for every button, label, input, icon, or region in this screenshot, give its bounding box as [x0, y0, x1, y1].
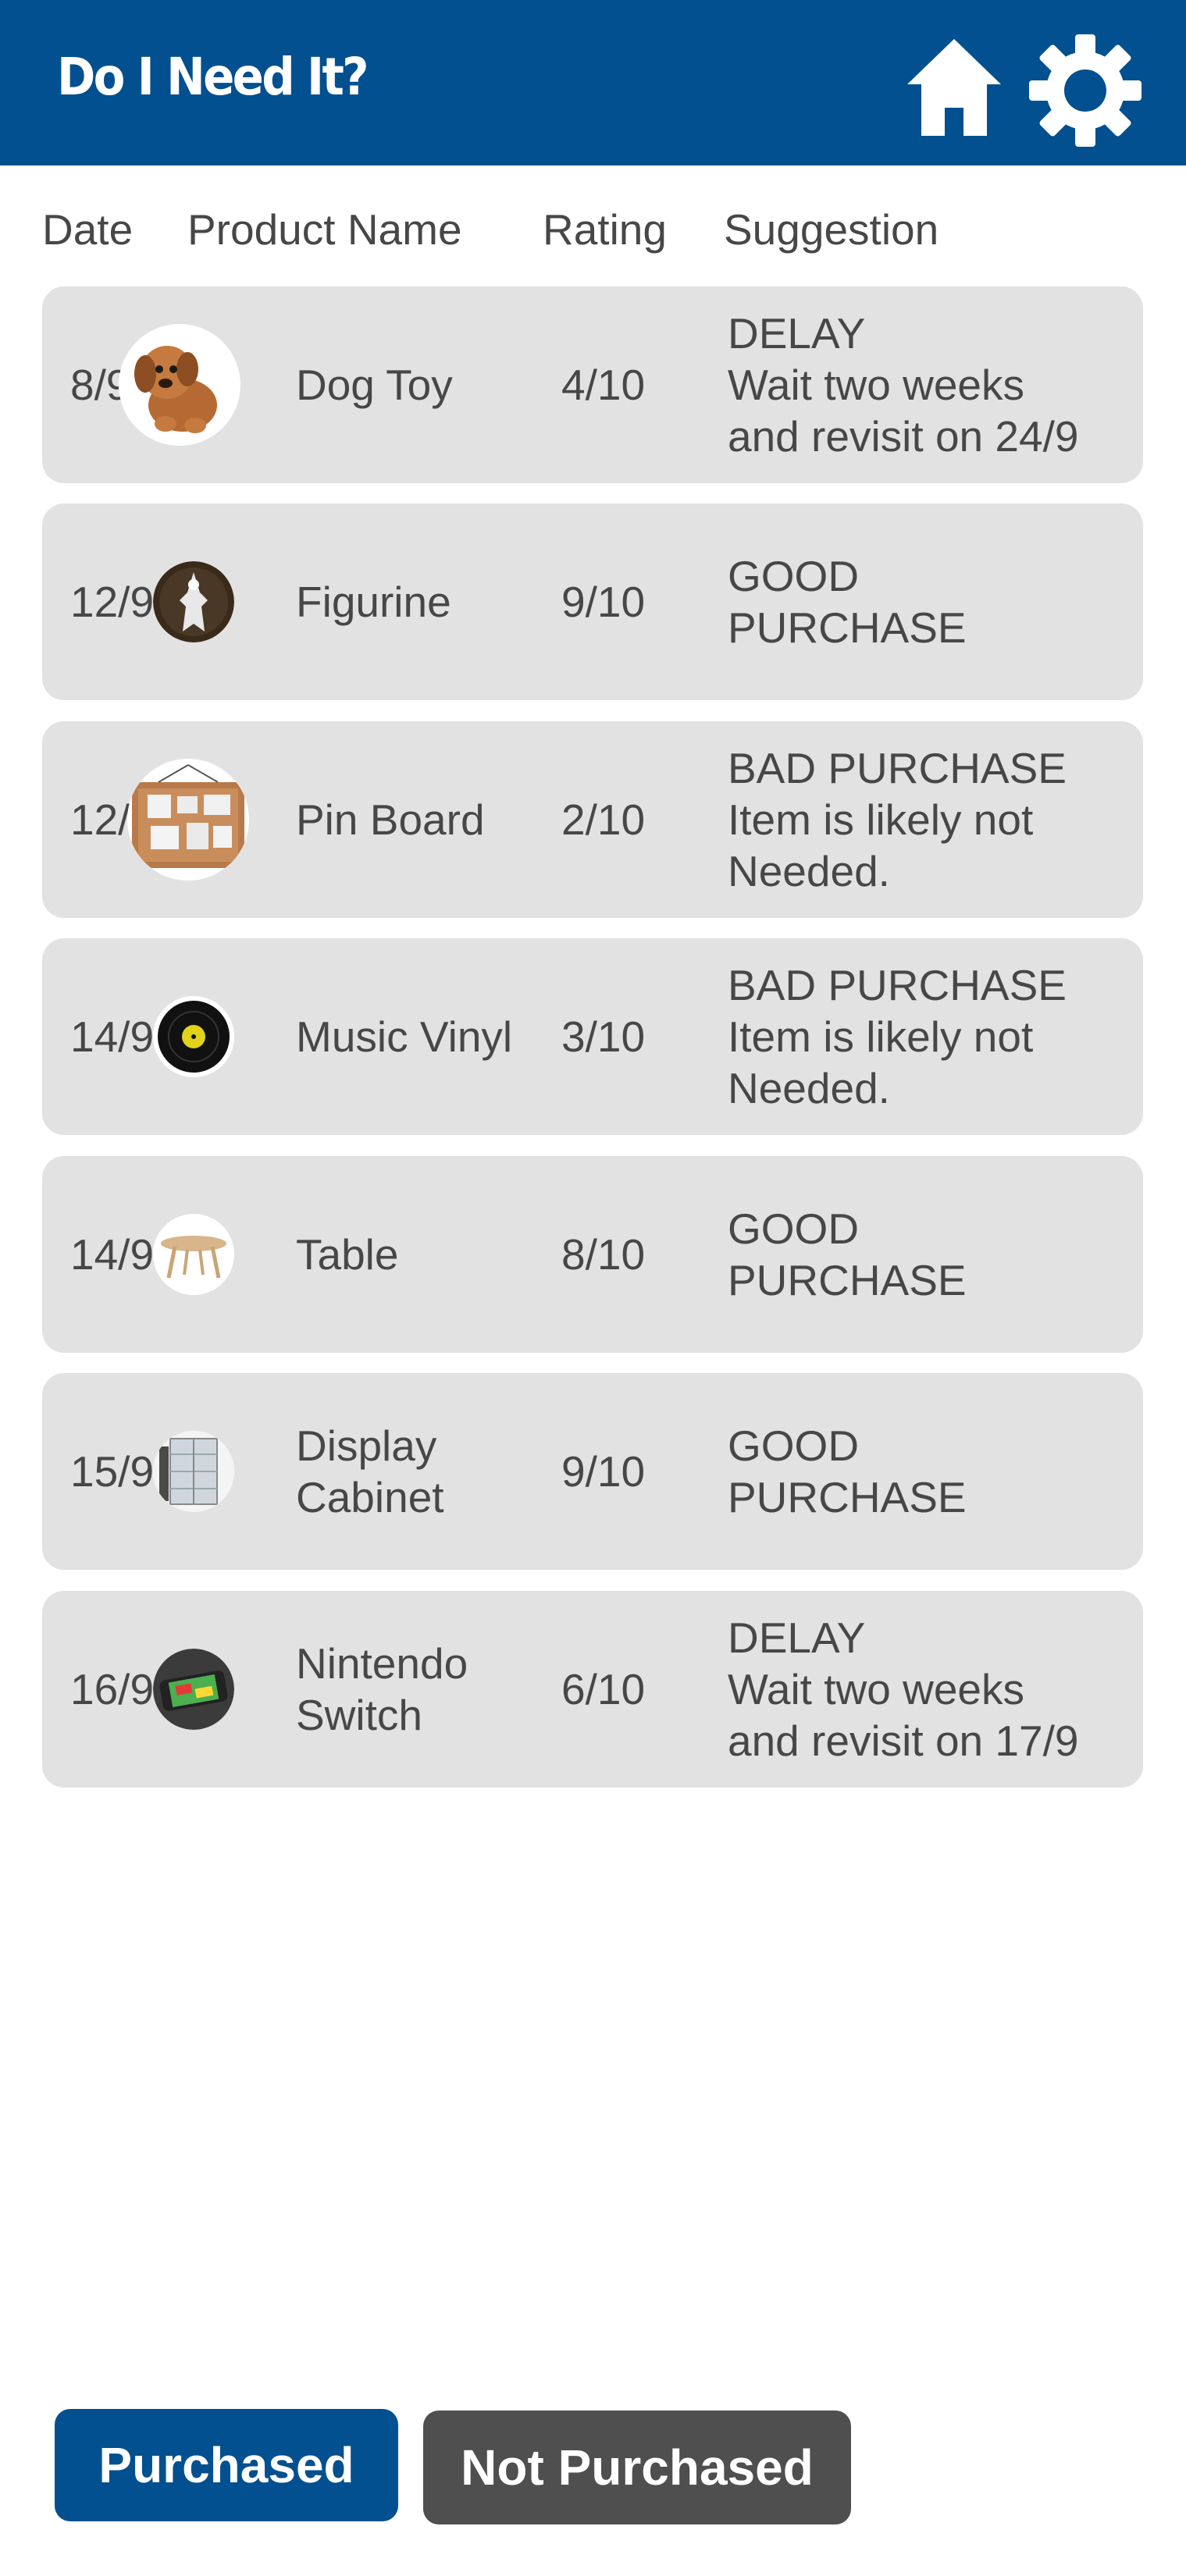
product-name-line: Display: [296, 1421, 437, 1470]
item-product-name: Pin Board: [296, 794, 485, 845]
suggestion-line: DELAY: [728, 309, 866, 358]
product-name-line: Cabinet: [296, 1473, 444, 1521]
list-item[interactable]: 14/9 Table 8/10 GOOD PURCHASE: [42, 1156, 1143, 1353]
product-name-line: Figurine: [296, 578, 451, 626]
column-header-product: Product Name: [187, 205, 462, 254]
suggestion-line: GOOD: [728, 1421, 860, 1470]
figurine-image: [153, 561, 234, 642]
list-item[interactable]: 15/9 Display Cabinet 9/10 GOOD PURCHASE: [42, 1373, 1143, 1570]
product-name-line: Pin Board: [296, 795, 485, 844]
suggestion-line: Needed.: [728, 1064, 890, 1112]
item-suggestion: BAD PURCHASE Item is likely not Needed.: [728, 742, 1067, 897]
item-product-name: Table: [296, 1229, 398, 1280]
vinyl-image: [153, 996, 234, 1077]
item-date: 12/9: [70, 578, 155, 626]
item-rating: 9/10: [561, 1447, 646, 1496]
suggestion-line: PURCHASE: [728, 1473, 967, 1521]
suggestion-line: Wait two weeks: [728, 1665, 1025, 1713]
suggestion-line: Item is likely not: [728, 795, 1034, 844]
item-suggestion: GOOD PURCHASE: [728, 550, 967, 653]
column-header-date: Date: [42, 205, 134, 254]
list-item[interactable]: 14/9 Music Vinyl 3/10 BAD PURCHASE Item is l…: [42, 938, 1143, 1135]
item-rating: 4/10: [561, 361, 646, 409]
suggestion-line: Needed.: [728, 847, 890, 895]
suggestion-line: PURCHASE: [728, 1256, 967, 1304]
item-date: 14/9: [70, 1012, 155, 1061]
item-suggestion: GOOD PURCHASE: [728, 1420, 967, 1523]
purchased-button[interactable]: Purchased: [55, 2409, 398, 2521]
product-name-line: Dog Toy: [296, 361, 453, 409]
table-image: [153, 1214, 234, 1295]
list-item[interactable]: 12/9 Figurine 9/10 GOOD PURCHASE: [42, 503, 1143, 700]
column-header-rating: Rating: [543, 205, 667, 254]
item-suggestion: DELAY Wait two weeks and revisit on 24/9: [728, 308, 1078, 462]
nintendo-switch-image: [153, 1649, 234, 1730]
product-name-line: Music Vinyl: [296, 1012, 513, 1061]
suggestion-line: Item is likely not: [728, 1012, 1034, 1061]
column-header-suggestion: Suggestion: [724, 205, 939, 254]
suggestion-line: PURCHASE: [728, 603, 967, 652]
product-name-line: Switch: [296, 1691, 422, 1739]
item-suggestion: GOOD PURCHASE: [728, 1203, 967, 1306]
suggestion-line: GOOD: [728, 1204, 860, 1253]
home-icon[interactable]: [906, 36, 1003, 137]
item-suggestion: DELAY Wait two weeks and revisit on 17/9: [728, 1612, 1078, 1767]
item-date: 14/9: [70, 1230, 155, 1279]
item-product-name: Nintendo Switch: [296, 1638, 468, 1741]
suggestion-line: BAD PURCHASE: [728, 961, 1067, 1009]
display-cabinet-image: [153, 1431, 234, 1512]
item-rating: 6/10: [561, 1665, 646, 1713]
product-name-line: Table: [296, 1230, 399, 1279]
dog-toy-image: [119, 324, 240, 446]
item-rating: 8/10: [561, 1230, 646, 1279]
suggestion-line: BAD PURCHASE: [728, 744, 1067, 792]
suggestion-line: Wait two weeks: [728, 361, 1025, 409]
suggestion-line: and revisit on 17/9: [728, 1717, 1079, 1765]
pin-board-image: [127, 759, 249, 881]
not-purchased-button[interactable]: Not Purchased: [423, 2411, 851, 2524]
gear-icon[interactable]: [1028, 33, 1143, 148]
list-item[interactable]: 12/9 Pin Board 2/10 BAD PURCHASE Item is lik…: [42, 721, 1143, 918]
item-rating: 3/10: [561, 1012, 646, 1061]
item-product-name: Music Vinyl: [296, 1011, 512, 1062]
item-suggestion: BAD PURCHASE Item is likely not Needed.: [728, 959, 1067, 1114]
product-name-line: Nintendo: [296, 1639, 468, 1688]
item-product-name: Display Cabinet: [296, 1420, 444, 1523]
app-title: Do I Need It?: [57, 47, 369, 107]
item-date: 16/9: [70, 1665, 155, 1713]
item-rating: 9/10: [561, 578, 646, 626]
item-date: 15/9: [70, 1447, 155, 1496]
item-rating: 2/10: [561, 795, 646, 844]
list-item[interactable]: 8/9 Dog Toy 4/10 DELAY Wait two weeks and rev…: [42, 286, 1143, 483]
item-product-name: Dog Toy: [296, 359, 453, 411]
suggestion-line: DELAY: [728, 1614, 866, 1662]
suggestion-line: and revisit on 24/9: [728, 412, 1079, 461]
item-product-name: Figurine: [296, 576, 451, 628]
app-header: Do I Need It?: [0, 0, 1186, 165]
suggestion-line: GOOD: [728, 552, 860, 600]
list-item[interactable]: 16/9 Nintendo Switch 6/10 DELAY Wait two week…: [42, 1591, 1143, 1788]
